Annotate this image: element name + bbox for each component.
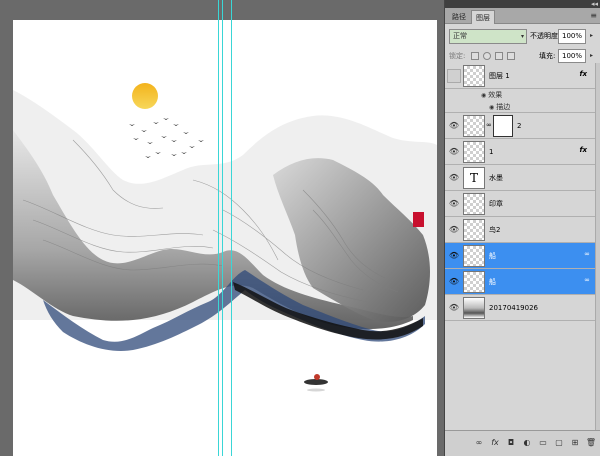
layer-name: 2 [517,122,522,130]
ink-landscape-artwork [13,83,437,392]
layer-name: 鸟2 [489,226,501,234]
effects-label: 效果 [488,91,503,99]
lock-transparent-icon[interactable] [471,52,479,60]
layer-thumbnail [463,271,485,293]
seal-stamp [413,212,424,227]
blend-mode-value: 正常 [453,32,467,40]
stroke-effect-row[interactable]: ◉ 描边 [445,101,595,113]
layer-row[interactable]: 👁 鸟2 [445,217,595,243]
eye-icon[interactable]: 👁 [447,275,461,289]
layer-name: 水墨 [489,174,503,182]
lock-all-icon[interactable] [507,52,515,60]
eye-icon[interactable]: 👁 [447,223,461,237]
layer-thumbnail [463,245,485,267]
stroke-effect-label: 描边 [496,103,511,111]
guide-line-1[interactable] [218,0,219,456]
adjustment-icon[interactable]: ◐ [521,437,533,449]
layer-thumbnail [463,297,485,319]
eye-icon[interactable]: ◉ [481,92,486,99]
opacity-label: 不透明度: [530,32,561,40]
boat-shape [304,379,328,385]
tab-paths[interactable]: 路径 [448,10,470,24]
text-layer-icon: T [463,167,485,189]
chevron-down-icon: ▾ [520,33,524,40]
layer-thumbnail [463,65,485,87]
eye-icon[interactable]: 👁 [447,145,461,159]
layers-scrollbar[interactable] [595,63,600,430]
layer-name: 图层 1 [489,72,510,80]
eye-icon[interactable]: 👁 [447,119,461,133]
panel-titlebar: ◂◂ [445,0,600,8]
layer-name: 20170419026 [489,304,538,312]
group-icon[interactable]: ▭ [537,437,549,449]
lock-position-icon[interactable] [495,52,503,60]
layer-row[interactable]: 图层 1 fx [445,63,595,89]
opacity-input[interactable]: 100% [558,29,586,44]
layer-row[interactable]: 👁 T 水墨 [445,165,595,191]
layer-row[interactable]: 👁 印章 [445,191,595,217]
lock-image-icon[interactable] [483,52,491,60]
fx-icon[interactable]: fx [489,437,501,449]
sun-shape [132,83,158,109]
layer-row[interactable]: 👁 20170419026 [445,295,595,321]
layer-thumbnail [463,193,485,215]
mask-thumbnail[interactable] [493,115,513,137]
eye-icon[interactable]: ◉ [489,104,494,111]
new-layer-icon[interactable]: ⊞ [569,437,581,449]
layer-thumbnail [463,219,485,241]
collapse-icon[interactable]: ◂◂ [591,0,598,8]
fill-input[interactable]: 100% [558,49,586,63]
link-icon[interactable]: ∞ [584,276,590,284]
document-workspace [0,0,444,456]
layers-bottom-toolbar: ∞ fx ◘ ◐ ▭ ▢ ⊞ 🗑 [445,430,600,456]
layer-thumbnail [463,115,485,137]
eye-icon[interactable]: 👁 [447,249,461,263]
effects-row[interactable]: ◉ 效果 [445,89,595,101]
eye-icon[interactable]: 👁 [447,301,461,315]
document-canvas[interactable] [13,20,437,456]
birds-group [129,118,204,158]
link-icon[interactable]: ∞ [584,250,590,258]
mask-icon[interactable]: ◘ [505,437,517,449]
layer-name: 1 [489,148,494,156]
guide-line-2[interactable] [222,0,223,456]
layer-name: 印章 [489,200,503,208]
guide-line-3[interactable] [231,0,232,456]
link-layers-icon[interactable]: ∞ [473,437,485,449]
layer-name: 船 [489,252,496,260]
layer-row-selected[interactable]: 👁 船 ∞ [445,269,595,295]
fx-icon[interactable]: fx [579,70,587,78]
trash-icon[interactable]: 🗑 [585,437,597,449]
layer-name: 船 [489,278,496,286]
blend-toolbar: 正常 ▾ 不透明度: 100% ▸ [445,25,600,49]
layer-row[interactable]: 👁 1 fx [445,139,595,165]
fill-dropdown-icon[interactable]: ▸ [587,49,596,64]
eye-icon[interactable]: 👁 [447,197,461,211]
link-icon[interactable]: ∞ [486,121,492,129]
opacity-dropdown-icon[interactable]: ▸ [587,29,596,44]
blend-mode-select[interactable]: 正常 ▾ [449,29,527,44]
fx-icon[interactable]: fx [579,146,587,154]
layers-panel: ◂◂ 路径 图层 ≡ 正常 ▾ 不透明度: 100% ▸ 锁定: 填充: 100… [444,0,600,456]
panel-tabs: 路径 图层 ≡ [445,8,600,24]
layer-row-selected[interactable]: 👁 船 ∞ [445,243,595,269]
tab-layers[interactable]: 图层 [471,10,495,24]
layer-row[interactable]: 👁 ∞ 2 [445,113,595,139]
folder-icon[interactable]: ▢ [553,437,565,449]
lock-label: 锁定: [449,52,466,60]
visibility-toggle-empty[interactable] [447,69,461,83]
fill-label: 填充: [539,52,556,60]
panel-menu-icon[interactable]: ≡ [590,10,597,22]
eye-icon[interactable]: 👁 [447,171,461,185]
layer-thumbnail [463,141,485,163]
layers-list: 图层 1 fx ◉ 效果 ◉ 描边 👁 ∞ 2 👁 1 fx 👁 T 水墨 👁 … [445,63,600,430]
